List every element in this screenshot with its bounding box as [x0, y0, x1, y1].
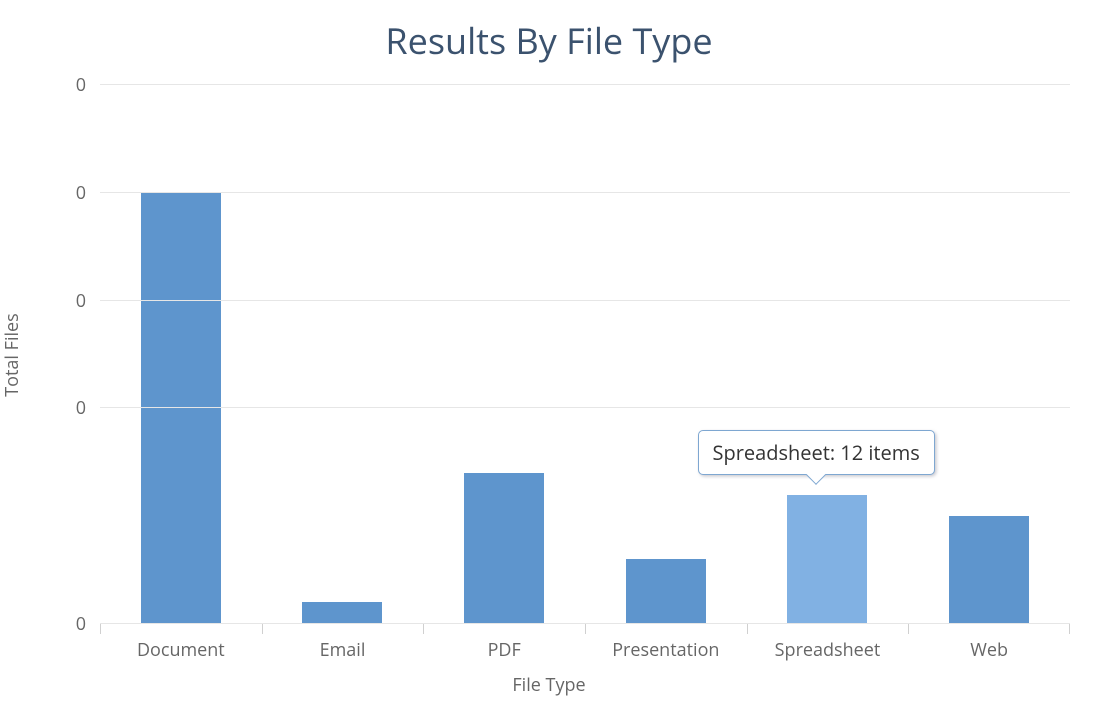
bar-slot: Spreadsheet: [747, 85, 909, 624]
x-tick-label: Spreadsheet: [775, 638, 881, 662]
bar-slot: PDF: [423, 85, 585, 624]
chart-container: Results By File Type Total Files Documen…: [0, 0, 1098, 719]
x-tick-label: PDF: [488, 638, 521, 662]
bars-region: DocumentEmailPDFPresentationSpreadsheetW…: [100, 85, 1070, 624]
y-tick-label: 0: [76, 181, 86, 205]
chart-tooltip: Spreadsheet: 12 items: [698, 430, 935, 475]
gridline: [100, 300, 1070, 301]
bar-pdf[interactable]: [464, 473, 544, 624]
x-tick-label: Presentation: [612, 638, 719, 662]
gridline: [100, 407, 1070, 408]
gridline: [100, 623, 1070, 624]
tooltip-text: Spreadsheet: 12 items: [713, 439, 920, 466]
plot-area: DocumentEmailPDFPresentationSpreadsheetW…: [100, 85, 1070, 624]
x-tick-mark: [908, 624, 909, 634]
bar-web[interactable]: [949, 516, 1029, 624]
chart-title: Results By File Type: [0, 0, 1098, 73]
bar-slot: Web: [908, 85, 1070, 624]
y-tick-label: 0: [76, 289, 86, 313]
x-tick-label: Document: [137, 638, 225, 662]
bar-document[interactable]: [141, 193, 221, 624]
bar-spreadsheet[interactable]: [787, 495, 867, 624]
x-tick-mark: [262, 624, 263, 634]
bar-slot: Email: [262, 85, 424, 624]
y-tick-label: 0: [76, 396, 86, 420]
bar-email[interactable]: [302, 602, 382, 624]
x-tick-label: Web: [970, 638, 1008, 662]
gridline: [100, 84, 1070, 85]
x-tick-mark: [1069, 624, 1070, 634]
x-tick-mark: [585, 624, 586, 634]
x-tick-mark: [747, 624, 748, 634]
x-axis-label: File Type: [512, 673, 585, 697]
bar-slot: Document: [100, 85, 262, 624]
y-tick-label: 0: [76, 612, 86, 636]
x-tick-mark: [423, 624, 424, 634]
x-tick-label: Email: [320, 638, 366, 662]
bar-presentation[interactable]: [626, 559, 706, 624]
y-axis-label: Total Files: [0, 313, 24, 396]
y-tick-label: 0: [76, 73, 86, 97]
gridline: [100, 192, 1070, 193]
x-tick-mark: [100, 624, 101, 634]
bar-slot: Presentation: [585, 85, 747, 624]
